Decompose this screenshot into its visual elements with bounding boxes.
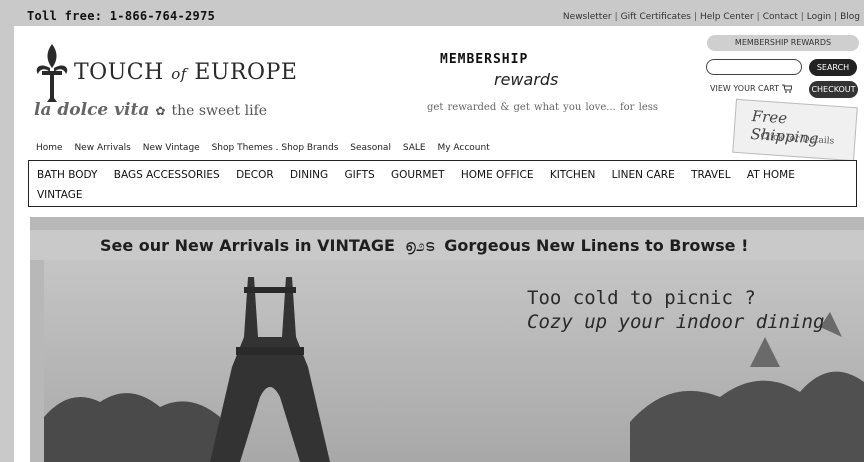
search-input[interactable] bbox=[706, 59, 802, 75]
brand-name: TOUCH of EUROPE bbox=[74, 60, 298, 85]
fleur-de-lis-icon bbox=[36, 44, 68, 102]
hero-caption: Too cold to picnic ? Cozy up your indoor… bbox=[527, 287, 825, 333]
category-gifts[interactable]: GIFTS bbox=[345, 169, 375, 181]
category-gourmet[interactable]: GOURMET bbox=[391, 169, 445, 181]
page-container: TOUCH of EUROPE la dolce vita ✿ the sweet … bbox=[14, 26, 864, 462]
category-decor[interactable]: DECOR bbox=[236, 169, 274, 181]
nav-home[interactable]: Home bbox=[36, 143, 63, 153]
nav-seasonal[interactable]: Seasonal bbox=[350, 143, 391, 153]
rewards-label: rewards bbox=[494, 70, 559, 89]
contact-link[interactable]: Contact bbox=[763, 12, 798, 22]
nav-new-arrivals[interactable]: New Arrivals bbox=[74, 143, 130, 153]
nav-shop-themes-brands[interactable]: Shop Themes . Shop Brands bbox=[212, 143, 339, 153]
category-row: BATH BODY BAGS ACCESSORIES DECOR DINING … bbox=[37, 169, 808, 181]
nav-my-account[interactable]: My Account bbox=[437, 143, 489, 153]
category-bath-body[interactable]: BATH BODY bbox=[37, 169, 97, 181]
membership-title: MEMBERSHIP bbox=[440, 52, 529, 67]
help-center-link[interactable]: Help Center bbox=[700, 12, 754, 22]
free-shipping-badge[interactable]: Free Shipping Click for Details bbox=[732, 98, 858, 162]
eiffel-tower-image bbox=[44, 277, 864, 462]
nav-new-vintage[interactable]: New Vintage bbox=[143, 143, 200, 153]
top-bar: Toll free: 1-866-764-2975 Newsletter | Gif… bbox=[0, 0, 864, 26]
membership-subtitle: get rewarded & get what you love... for … bbox=[427, 102, 659, 113]
tagline: la dolce vita ✿ the sweet life bbox=[34, 100, 268, 120]
category-vintage[interactable]: VINTAGE bbox=[37, 189, 83, 201]
login-link[interactable]: Login bbox=[807, 12, 831, 22]
category-linen-care[interactable]: LINEN CARE bbox=[612, 169, 675, 181]
category-travel[interactable]: TRAVEL bbox=[691, 169, 730, 181]
newsletter-link[interactable]: Newsletter bbox=[563, 12, 612, 22]
toll-free-number: Toll free: 1-866-764-2975 bbox=[27, 9, 216, 23]
category-at-home[interactable]: AT HOME bbox=[747, 169, 795, 181]
category-bags-accessories[interactable]: BAGS ACCESSORIES bbox=[114, 169, 220, 181]
search-button[interactable]: SEARCH bbox=[809, 59, 857, 76]
category-nav: BATH BODY BAGS ACCESSORIES DECOR DINING … bbox=[28, 160, 857, 207]
category-dining[interactable]: DINING bbox=[290, 169, 328, 181]
main-nav: Home New Arrivals New Vintage Shop Theme… bbox=[36, 143, 499, 153]
nav-sale[interactable]: SALE bbox=[403, 143, 426, 153]
blog-link[interactable]: Blog bbox=[840, 12, 860, 22]
gift-certificates-link[interactable]: Gift Certificates bbox=[621, 12, 691, 22]
membership-rewards-promo[interactable]: MEMBERSHIP rewards get rewarded & get wh… bbox=[404, 52, 694, 122]
membership-rewards-button[interactable]: MEMBERSHIP REWARDS bbox=[707, 35, 859, 51]
category-home-office[interactable]: HOME OFFICE bbox=[461, 169, 534, 181]
top-links: Newsletter | Gift Certificates | Help Center… bbox=[562, 12, 860, 22]
category-kitchen[interactable]: KITCHEN bbox=[550, 169, 596, 181]
checkout-button[interactable]: CHECKOUT bbox=[809, 81, 858, 98]
hero-banner[interactable]: See our New Arrivals in VINTAGE ൭೨ട Gorgeo… bbox=[30, 217, 864, 462]
cart-icon bbox=[781, 84, 793, 93]
view-cart-link[interactable]: VIEW YOUR CART bbox=[710, 84, 793, 93]
